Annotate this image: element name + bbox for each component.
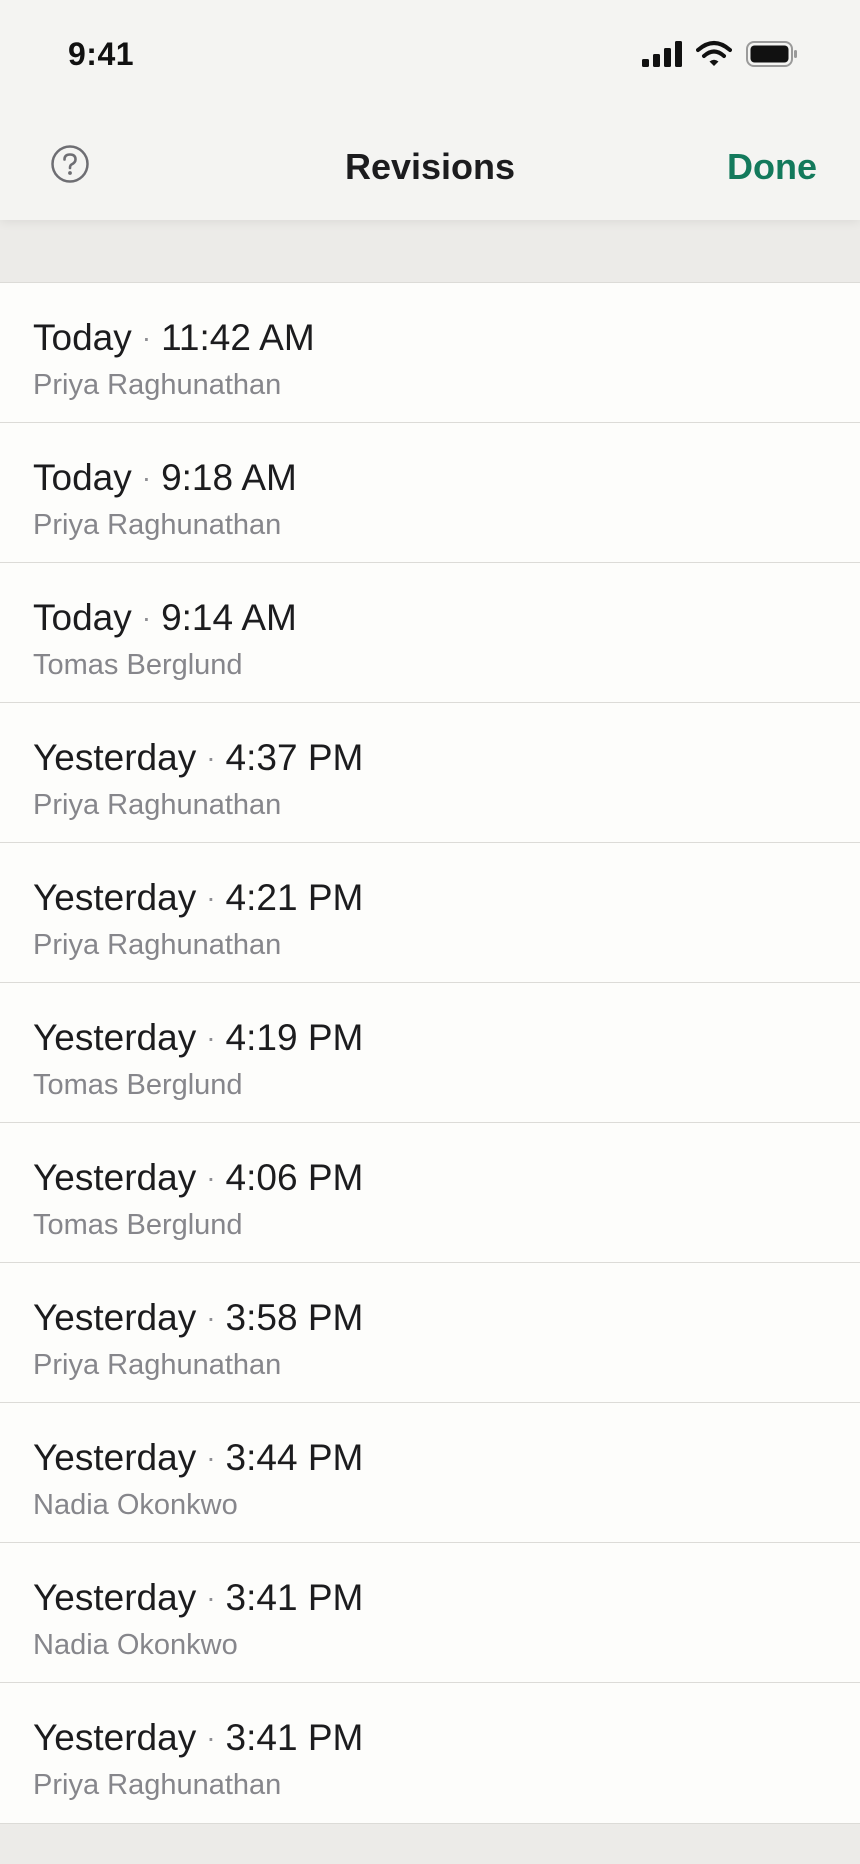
revision-author: Priya Raghunathan bbox=[33, 1349, 282, 1381]
revision-day: Yesterday bbox=[33, 877, 197, 918]
revision-day: Today bbox=[33, 317, 132, 358]
wifi-icon bbox=[696, 40, 732, 68]
separator-dot: · bbox=[141, 462, 152, 493]
revision-time: 4:19 PM bbox=[225, 1017, 364, 1058]
separator-dot: · bbox=[206, 1162, 216, 1193]
revision-time: 11:42 AM bbox=[161, 317, 315, 358]
revision-row[interactable]: Yesterday · 4:21 PM Priya Raghunathan bbox=[0, 843, 860, 983]
revision-day: Yesterday bbox=[33, 737, 197, 778]
revision-day: Yesterday bbox=[33, 1717, 197, 1758]
battery-icon bbox=[746, 41, 798, 67]
revision-time: 4:21 PM bbox=[225, 877, 364, 918]
revision-author: Priya Raghunathan bbox=[33, 789, 282, 821]
revision-time: 4:06 PM bbox=[225, 1157, 364, 1198]
revision-timestamp: Today · 9:14 AM bbox=[33, 597, 297, 639]
revision-author: Nadia Okonkwo bbox=[33, 1629, 238, 1661]
separator-dot: · bbox=[206, 742, 216, 773]
revision-timestamp: Yesterday · 4:21 PM bbox=[33, 877, 363, 919]
revision-row[interactable]: Yesterday · 4:19 PM Tomas Berglund bbox=[0, 983, 860, 1123]
revision-author: Priya Raghunathan bbox=[33, 929, 282, 961]
revision-time: 9:14 AM bbox=[161, 597, 297, 638]
revision-timestamp: Yesterday · 4:19 PM bbox=[33, 1017, 363, 1059]
revision-row[interactable]: Today · 9:14 AM Tomas Berglund bbox=[0, 563, 860, 703]
revision-time: 9:18 AM bbox=[161, 457, 297, 498]
revision-author: Priya Raghunathan bbox=[33, 509, 282, 541]
revision-day: Yesterday bbox=[33, 1157, 197, 1198]
revision-timestamp: Yesterday · 4:06 PM bbox=[33, 1157, 363, 1199]
revision-time: 3:44 PM bbox=[225, 1437, 364, 1478]
revision-timestamp: Today · 9:18 AM bbox=[33, 457, 297, 499]
revision-row[interactable]: Today · 11:42 AM Priya Raghunathan bbox=[0, 283, 860, 423]
revision-timestamp: Today · 11:42 AM bbox=[33, 317, 315, 359]
revision-time: 3:41 PM bbox=[225, 1717, 364, 1758]
separator-dot: · bbox=[206, 1302, 216, 1333]
nav-bar: Revisions Done bbox=[0, 112, 860, 220]
revision-row[interactable]: Yesterday · 3:58 PM Priya Raghunathan bbox=[0, 1263, 860, 1403]
revision-timestamp: Yesterday · 3:58 PM bbox=[33, 1297, 363, 1339]
revision-author: Tomas Berglund bbox=[33, 1069, 243, 1101]
revision-row[interactable]: Yesterday · 4:37 PM Priya Raghunathan bbox=[0, 703, 860, 843]
revision-row[interactable]: Yesterday · 3:41 PM Nadia Okonkwo bbox=[0, 1543, 860, 1683]
revision-timestamp: Yesterday · 3:44 PM bbox=[33, 1437, 363, 1479]
status-bar: 9:41 bbox=[0, 0, 860, 112]
revision-list: Today · 11:42 AM Priya Raghunathan Today · 9:1… bbox=[0, 282, 860, 1824]
revision-time: 3:58 PM bbox=[225, 1297, 364, 1338]
separator-dot: · bbox=[206, 882, 216, 913]
revision-author: Priya Raghunathan bbox=[33, 1769, 282, 1801]
separator-dot: · bbox=[206, 1582, 216, 1613]
revision-timestamp: Yesterday · 3:41 PM bbox=[33, 1577, 363, 1619]
revision-day: Yesterday bbox=[33, 1297, 197, 1338]
status-time: 9:41 bbox=[68, 36, 135, 72]
revision-day: Yesterday bbox=[33, 1577, 197, 1618]
top-bar: 9:41 Revisions Done bbox=[0, 0, 860, 220]
revision-row[interactable]: Yesterday · 3:41 PM Priya Raghunathan bbox=[0, 1683, 860, 1823]
separator-dot: · bbox=[141, 322, 152, 353]
revision-author: Tomas Berglund bbox=[33, 1209, 243, 1241]
cellular-signal-icon bbox=[642, 41, 682, 67]
revision-day: Yesterday bbox=[33, 1017, 197, 1058]
revision-day: Today bbox=[33, 457, 132, 498]
done-button[interactable]: Done bbox=[727, 146, 817, 188]
revision-timestamp: Yesterday · 3:41 PM bbox=[33, 1717, 363, 1759]
revision-day: Yesterday bbox=[33, 1437, 197, 1478]
revision-author: Tomas Berglund bbox=[33, 649, 243, 681]
separator-dot: · bbox=[141, 602, 152, 633]
revision-row[interactable]: Today · 9:18 AM Priya Raghunathan bbox=[0, 423, 860, 563]
revision-time: 4:37 PM bbox=[225, 737, 364, 778]
revision-time: 3:41 PM bbox=[225, 1577, 364, 1618]
revision-author: Priya Raghunathan bbox=[33, 369, 282, 401]
separator-dot: · bbox=[206, 1442, 216, 1473]
revision-row[interactable]: Yesterday · 4:06 PM Tomas Berglund bbox=[0, 1123, 860, 1263]
separator-dot: · bbox=[206, 1022, 216, 1053]
separator-dot: · bbox=[206, 1722, 216, 1753]
revision-author: Nadia Okonkwo bbox=[33, 1489, 238, 1521]
revision-row[interactable]: Yesterday · 3:44 PM Nadia Okonkwo bbox=[0, 1403, 860, 1543]
status-icons bbox=[642, 40, 798, 68]
revision-timestamp: Yesterday · 4:37 PM bbox=[33, 737, 363, 779]
revision-day: Today bbox=[33, 597, 132, 638]
